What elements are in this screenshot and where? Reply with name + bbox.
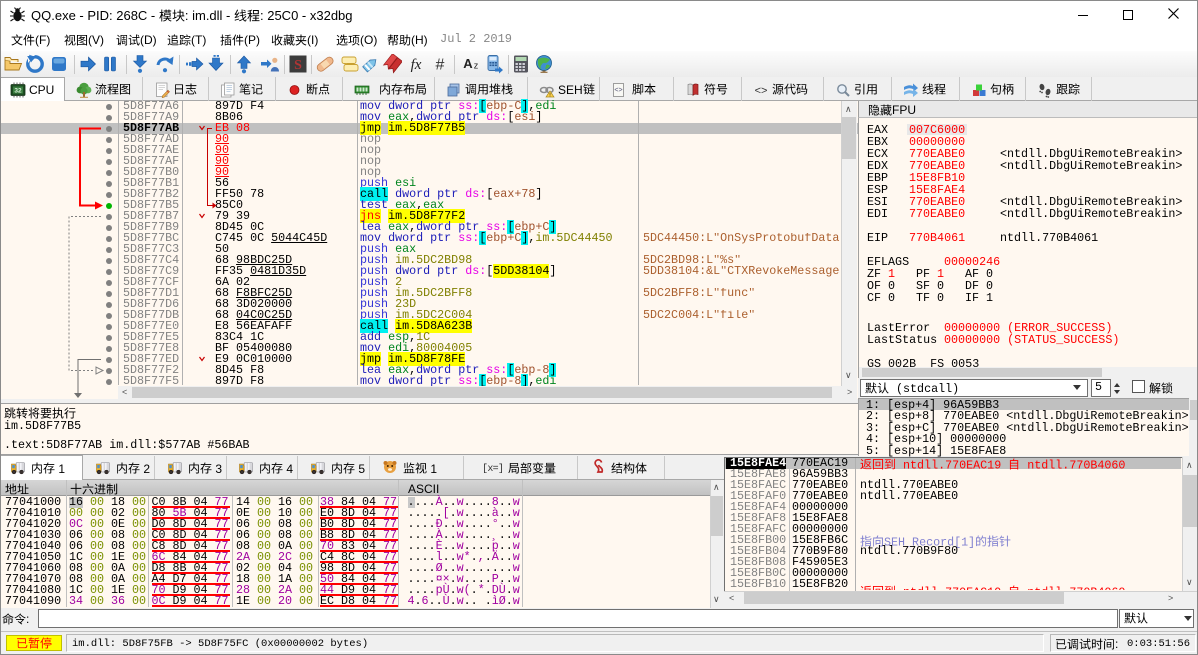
svg-text:z: z — [474, 61, 479, 71]
svg-text:32: 32 — [14, 88, 22, 95]
svg-text:<>: <> — [755, 85, 768, 97]
svg-text:[x=]: [x=] — [482, 463, 504, 475]
svg-text:S: S — [294, 58, 302, 73]
svg-text:fx: fx — [411, 57, 422, 73]
svg-text:A: A — [463, 56, 473, 71]
svg-text:#: # — [436, 57, 445, 74]
svg-text:<>: <> — [614, 87, 622, 94]
